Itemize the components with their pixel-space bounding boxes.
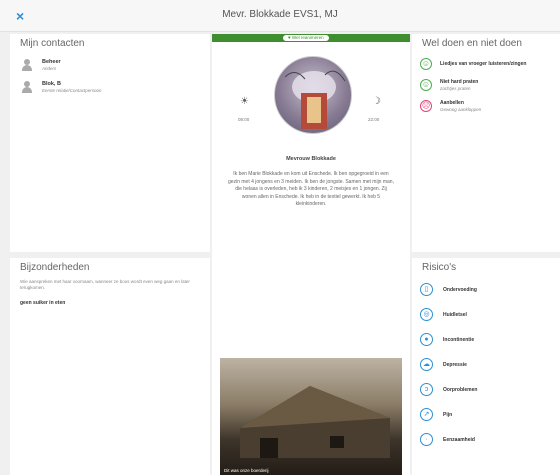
profile-portrait bbox=[274, 56, 352, 134]
sun-icon: ☀ bbox=[240, 96, 249, 107]
smile-icon: ☺ bbox=[420, 58, 432, 70]
time-morning: 08:00 bbox=[238, 117, 250, 122]
bijzonderheden-item: geen suiker in eten bbox=[20, 299, 66, 306]
contact-name: Beheer bbox=[42, 59, 61, 65]
weldoen-panel: Wel doen en niet doen ☺ Liedjes van vroe… bbox=[412, 34, 560, 252]
weldoen-label: Aanbellen bbox=[440, 100, 464, 106]
drop-icon: ● bbox=[420, 333, 433, 346]
time-night: 22:00 bbox=[368, 117, 380, 122]
contact-name: Blok, B bbox=[42, 81, 61, 87]
bijzonderheden-title: Bijzonderheden bbox=[20, 262, 90, 273]
risico-panel: Risico's ▯ Ondervoeding ◎ Huidletsel ● I… bbox=[412, 258, 560, 475]
profile-name: Mevrouw Blokkade bbox=[286, 156, 336, 162]
weldoen-sub: Gewoog aankloppen bbox=[440, 107, 482, 112]
risk-item[interactable]: · Eenzaamheid bbox=[412, 427, 560, 452]
farmhouse-photo: Dit was onze boerderij bbox=[220, 358, 402, 475]
weldoen-title: Wel doen en niet doen bbox=[422, 38, 522, 49]
risk-label: Oorproblemen bbox=[443, 386, 478, 393]
risk-item[interactable]: ▯ Ondervoeding bbox=[412, 277, 560, 302]
weldoen-item[interactable]: ☺ Niet hard praten zachtjes praten bbox=[412, 74, 560, 95]
risk-label: Eenzaamheid bbox=[443, 436, 475, 443]
risk-label: Incontinentie bbox=[443, 336, 475, 343]
risk-label: Ondervoeding bbox=[443, 286, 477, 293]
ear-icon: ↄ bbox=[420, 383, 433, 396]
target-icon: ◎ bbox=[420, 308, 433, 321]
photo-caption: Dit was onze boerderij bbox=[224, 468, 269, 473]
contacts-panel: Mijn contacten Beheer Anders Blok, B Eer… bbox=[10, 34, 210, 252]
person-icon bbox=[22, 81, 32, 93]
risk-item[interactable]: ↄ Oorproblemen bbox=[412, 377, 560, 402]
person-icon bbox=[22, 59, 32, 71]
risk-item[interactable]: ↗ Pijn bbox=[412, 402, 560, 427]
contact-item[interactable]: Beheer Anders bbox=[10, 53, 210, 75]
weldoen-item[interactable]: ☹ Aanbellen Gewoog aankloppen bbox=[412, 95, 560, 116]
risico-title: Risico's bbox=[422, 262, 457, 273]
cup-icon: ▯ bbox=[420, 283, 433, 296]
weldoen-label: Liedjes van vroeger luisteren/zingen bbox=[440, 61, 527, 67]
frown-icon: ☹ bbox=[420, 100, 432, 112]
profile-bio: Ik ben Marie Blokkade en kom uit Ensched… bbox=[228, 171, 394, 207]
bijzonderheden-panel: Bijzonderheden Wie aanspreken met haar v… bbox=[10, 258, 210, 475]
contact-role: Anders bbox=[42, 66, 57, 71]
contacts-title: Mijn contacten bbox=[20, 38, 85, 49]
risk-item[interactable]: ☁ Depressie bbox=[412, 352, 560, 377]
contact-item[interactable]: Blok, B Eerste relatie/Contactpersoon bbox=[10, 75, 210, 97]
top-bar: × Mevr. Blokkade EVS1, MJ bbox=[0, 0, 560, 32]
weldoen-label: Niet hard praten bbox=[440, 79, 479, 85]
smile-icon: ☺ bbox=[420, 79, 432, 91]
weldoen-item[interactable]: ☺ Liedjes van vroeger luisteren/zingen bbox=[412, 53, 560, 74]
bolt-icon: ↗ bbox=[420, 408, 433, 421]
risk-item[interactable]: ◎ Huidletsel bbox=[412, 302, 560, 327]
risk-label: Pijn bbox=[443, 411, 453, 418]
contact-role: Eerste relatie/Contactpersoon bbox=[42, 88, 102, 93]
dot-icon: · bbox=[420, 433, 433, 446]
profile-panel: ♥ Wel reanimeren ☀ ☽ 08:00 22:00 Mevrouw… bbox=[212, 34, 410, 475]
bijzonderheden-note: Wie aanspreken met haar voornaam, wannee… bbox=[20, 279, 190, 291]
page-title: Mevr. Blokkade EVS1, MJ bbox=[222, 9, 338, 20]
moon-icon: ☽ bbox=[372, 96, 381, 107]
cloud-icon: ☁ bbox=[420, 358, 433, 371]
reanimate-badge: ♥ Wel reanimeren bbox=[282, 34, 330, 42]
risk-item[interactable]: ● Incontinentie bbox=[412, 327, 560, 352]
weldoen-sub: zachtjes praten bbox=[440, 86, 471, 91]
risk-label: Huidletsel bbox=[443, 311, 467, 318]
risk-label: Depressie bbox=[443, 361, 467, 368]
